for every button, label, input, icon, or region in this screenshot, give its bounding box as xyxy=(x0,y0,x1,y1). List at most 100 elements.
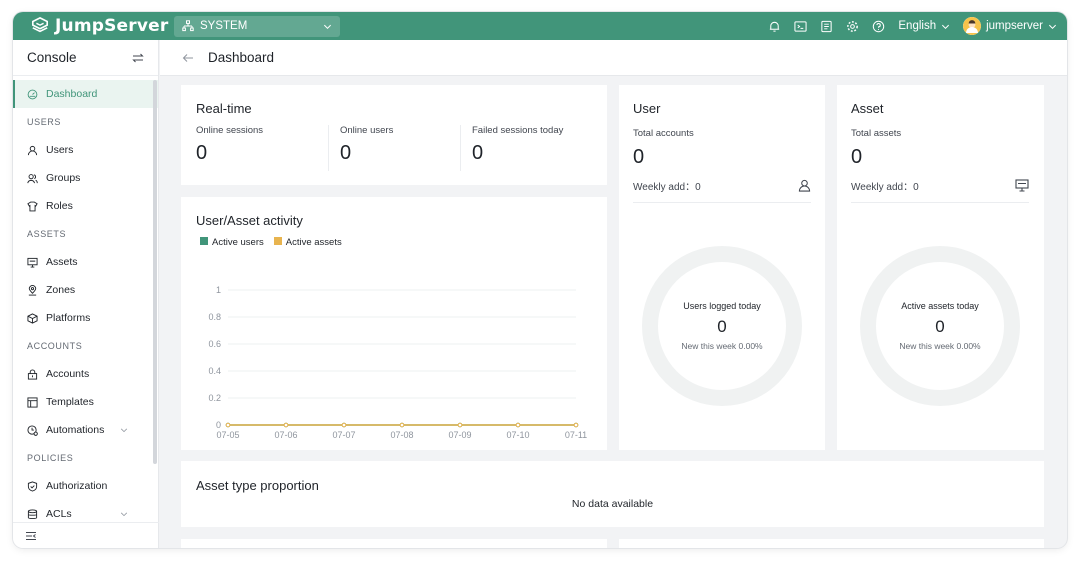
automation-icon xyxy=(27,424,38,436)
weekly-add-value: 0 xyxy=(695,182,701,193)
sidebar-item-templates[interactable]: Templates xyxy=(13,388,158,416)
data-point xyxy=(341,422,347,428)
data-point xyxy=(399,422,405,428)
language-select[interactable]: English xyxy=(898,20,950,32)
sidebar-item-dashboard[interactable]: Dashboard xyxy=(13,80,158,108)
sidebar-item-automations[interactable]: Automations xyxy=(13,416,158,444)
terminal-icon[interactable] xyxy=(794,20,807,33)
stat-value: 0 xyxy=(340,142,352,164)
sidebar-item-label: Zones xyxy=(46,284,76,296)
asset-type-title: Asset type proportion xyxy=(196,478,319,493)
console-header: Console xyxy=(13,40,158,76)
data-point xyxy=(225,422,231,428)
sidebar-item-assets[interactable]: Assets xyxy=(13,248,158,276)
roles-icon xyxy=(27,201,38,211)
ring-title: Users logged today xyxy=(683,301,761,311)
total-accounts-label: Total accounts xyxy=(633,128,694,139)
sidebar-item-label: Users xyxy=(46,144,74,156)
y-tick-label: 0.2 xyxy=(208,393,221,403)
gear-icon[interactable] xyxy=(846,20,859,33)
org-select[interactable]: SYSTEM xyxy=(174,15,340,37)
ring-subtitle: New this week 0.00% xyxy=(899,341,981,351)
x-tick-label: 07-10 xyxy=(506,430,529,440)
activity-line-chart: 0 0.2 0.4 0.6 0.8 1 07-05 07-06 07-07 07-08 07-09 0… xyxy=(208,285,587,440)
weekly-add-row: Weekly add：0 xyxy=(851,178,1029,193)
chevron-down-icon xyxy=(1048,24,1057,29)
divider xyxy=(460,125,461,171)
template-icon xyxy=(27,396,38,408)
sidebar-item-groups[interactable]: Groups xyxy=(13,164,158,192)
weekly-add: Weekly add：0 xyxy=(851,178,919,193)
notes-icon[interactable] xyxy=(820,20,833,33)
language-label: English xyxy=(898,20,937,32)
stat-online-sessions: Online sessions 0 xyxy=(196,125,263,173)
sidebar-item-label: Automations xyxy=(46,424,105,436)
brand-name: JumpServer xyxy=(55,16,169,36)
bell-icon[interactable] xyxy=(768,20,781,33)
back-arrow-icon[interactable] xyxy=(182,52,194,64)
sidebar-item-label: Platforms xyxy=(46,312,91,324)
nav-group-assets: ASSETS xyxy=(27,229,67,239)
data-point xyxy=(515,422,521,428)
realtime-title: Real-time xyxy=(196,101,252,116)
y-tick-label: 0 xyxy=(216,420,221,430)
groups-icon xyxy=(27,173,38,183)
total-assets-label: Total assets xyxy=(851,128,902,139)
sidebar-item-label: Dashboard xyxy=(46,88,98,100)
bottom-card-left xyxy=(181,539,607,548)
ring-content: Users logged today 0 New this week 0.00% xyxy=(641,245,803,407)
user-icon xyxy=(798,179,811,192)
monitor-icon xyxy=(1015,179,1029,192)
weekly-add-row: Weekly add：0 xyxy=(633,178,811,193)
logo[interactable]: JumpServer xyxy=(13,16,174,36)
chevron-down-icon xyxy=(942,24,950,29)
y-tick-label: 0.4 xyxy=(208,366,221,376)
avatar-icon xyxy=(963,17,982,35)
acl-icon xyxy=(27,508,38,519)
ring-subtitle: New this week 0.00% xyxy=(681,341,763,351)
help-icon[interactable] xyxy=(872,20,885,33)
collapse-menu-icon[interactable] xyxy=(25,530,37,542)
app-window: JumpServer SYSTEM English jumpserver Con… xyxy=(13,12,1067,548)
cube-icon xyxy=(27,312,38,324)
asset-card: Asset Total assets 0 Weekly add：0 Active… xyxy=(837,85,1044,450)
weekly-add-value: 0 xyxy=(913,182,919,193)
x-tick-label: 07-06 xyxy=(274,430,297,440)
sidebar-item-accounts[interactable]: Accounts xyxy=(13,360,158,388)
data-point xyxy=(573,422,579,428)
stat-value: 0 xyxy=(472,142,484,164)
chevron-down-icon xyxy=(120,428,128,433)
topbar-actions: English jumpserver xyxy=(768,17,1067,35)
monitor-icon xyxy=(27,257,38,268)
y-tick-label: 0.6 xyxy=(208,339,221,349)
ring-content: Active assets today 0 New this week 0.00… xyxy=(859,245,1021,407)
y-tick-label: 1 xyxy=(216,285,221,295)
sidebar-item-zones[interactable]: Zones xyxy=(13,276,158,304)
sidebar-item-roles[interactable]: Roles xyxy=(13,192,158,220)
sidebar-item-label: Accounts xyxy=(46,368,90,380)
users-logged-ring: Users logged today 0 New this week 0.00% xyxy=(641,245,803,407)
sidebar-item-users[interactable]: Users xyxy=(13,136,158,164)
sidebar-scrollbar[interactable] xyxy=(153,80,157,464)
asset-type-card: Asset type proportion No data available xyxy=(181,461,1044,527)
user-menu[interactable]: jumpserver xyxy=(963,17,1057,35)
username: jumpserver xyxy=(986,20,1043,32)
sidebar-item-authorization[interactable]: Authorization xyxy=(13,472,158,500)
sidebar-item-label: Groups xyxy=(46,172,81,184)
chevron-down-icon xyxy=(323,24,332,29)
top-bar: JumpServer SYSTEM English jumpserver xyxy=(13,12,1067,40)
total-accounts-value: 0 xyxy=(633,146,645,168)
x-tick-label: 07-07 xyxy=(332,430,355,440)
x-tick-label: 07-05 xyxy=(216,430,239,440)
sidebar: Console Dashboard USERS Users Groups Rol… xyxy=(13,40,159,548)
switch-view-icon[interactable] xyxy=(132,52,144,64)
active-assets-ring: Active assets today 0 New this week 0.00… xyxy=(859,245,1021,407)
x-tick-label: 07-11 xyxy=(565,430,587,440)
console-title: Console xyxy=(27,50,77,65)
chevron-down-icon xyxy=(120,512,128,517)
org-icon xyxy=(182,20,194,32)
page-header: Dashboard xyxy=(160,40,1067,76)
x-tick-label: 07-09 xyxy=(448,430,471,440)
realtime-card: Real-time Online sessions 0 Online users… xyxy=(181,85,607,185)
sidebar-item-platforms[interactable]: Platforms xyxy=(13,304,158,332)
